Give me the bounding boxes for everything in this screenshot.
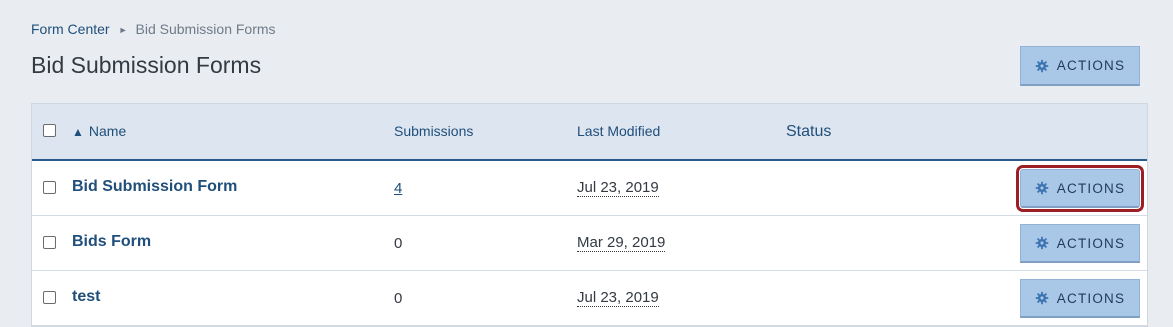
breadcrumb: Form Center ► Bid Submission Forms <box>31 21 276 37</box>
row-actions-button[interactable]: ACTIONS <box>1020 279 1140 318</box>
last-modified-date: Mar 29, 2019 <box>577 234 666 252</box>
page-actions-label: ACTIONS <box>1056 58 1126 73</box>
gear-icon <box>1035 59 1049 72</box>
name-column-header[interactable]: ▲ Name <box>72 123 126 139</box>
page-title: Bid Submission Forms <box>31 52 262 78</box>
breadcrumb-separator-icon: ► <box>118 25 128 35</box>
last-modified-date: Jul 23, 2019 <box>577 179 659 197</box>
gear-icon <box>1035 181 1049 195</box>
submissions-count[interactable]: 4 <box>394 180 402 197</box>
gear-icon <box>1035 291 1049 305</box>
table-row: test 0 Jul 23, 2019 ACTIONS <box>32 271 1147 326</box>
form-name-link[interactable]: Bid Submission Form <box>72 178 237 196</box>
table-row: Bids Form 0 Mar 29, 2019 ACTIONS <box>32 216 1147 271</box>
row-actions-label: ACTIONS <box>1056 180 1126 196</box>
forms-table: ▲ Name Submissions Last Modified Status B… <box>31 103 1148 327</box>
page-actions-button[interactable]: ACTIONS <box>1020 46 1140 86</box>
table-header: ▲ Name Submissions Last Modified Status <box>32 104 1147 161</box>
row-actions-button[interactable]: ACTIONS <box>1016 165 1144 212</box>
row-actions-button[interactable]: ACTIONS <box>1020 224 1140 263</box>
select-all-checkbox[interactable] <box>43 124 56 137</box>
gear-icon <box>1035 236 1049 250</box>
row-checkbox[interactable] <box>43 181 56 194</box>
form-name-link[interactable]: test <box>72 288 100 306</box>
row-actions-label: ACTIONS <box>1056 290 1126 306</box>
last-modified-date: Jul 23, 2019 <box>577 289 659 307</box>
breadcrumb-form-center-link[interactable]: Form Center <box>31 21 110 37</box>
name-header-label: Name <box>88 123 127 139</box>
row-checkbox[interactable] <box>43 291 56 304</box>
form-name-link[interactable]: Bids Form <box>72 233 151 251</box>
submissions-count: 0 <box>394 290 403 307</box>
row-actions-label: ACTIONS <box>1056 235 1126 251</box>
submissions-column-header[interactable]: Submissions <box>394 123 473 139</box>
breadcrumb-current: Bid Submission Forms <box>135 21 276 37</box>
last-modified-column-header[interactable]: Last Modified <box>577 123 660 139</box>
sort-ascending-icon: ▲ <box>72 125 84 139</box>
status-column-header: Status <box>786 123 832 140</box>
row-checkbox[interactable] <box>43 236 56 249</box>
table-row: Bid Submission Form 4 Jul 23, 2019 ACTIONS <box>32 161 1147 216</box>
submissions-count: 0 <box>394 235 403 252</box>
